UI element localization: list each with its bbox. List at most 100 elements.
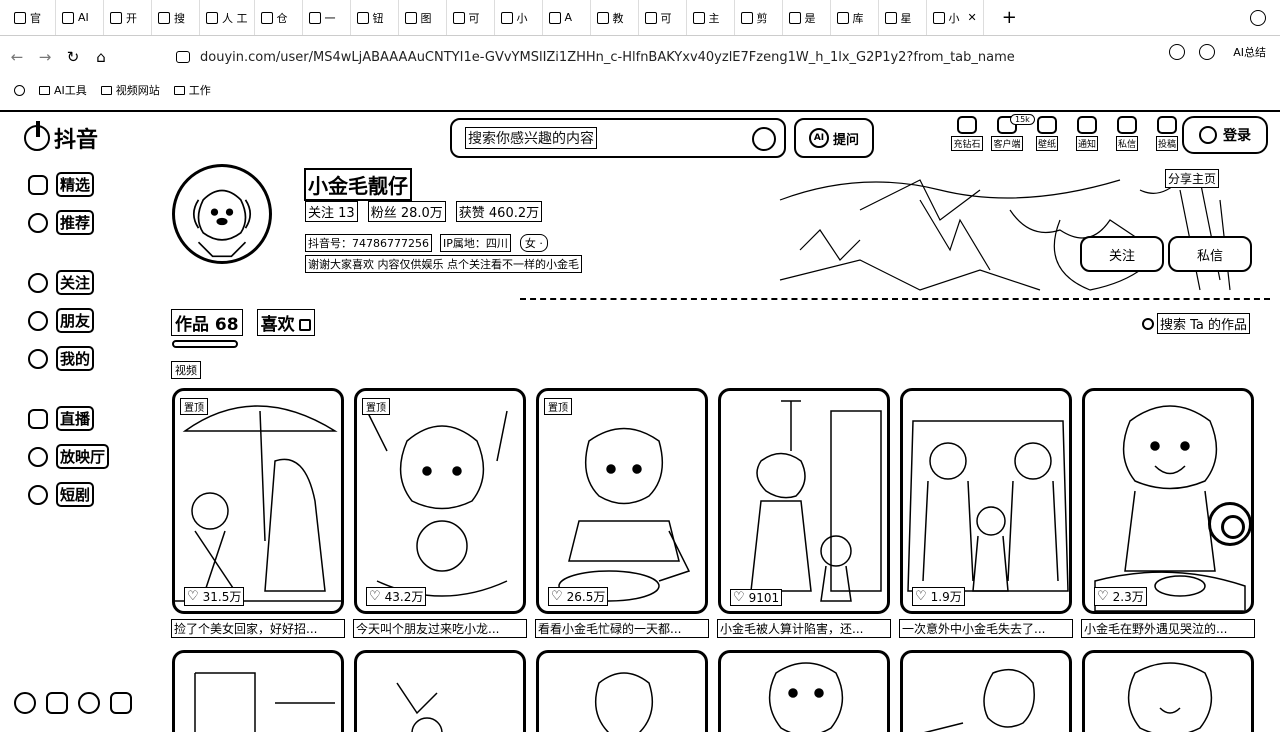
bookmark-folder[interactable]: 视频网站	[100, 82, 160, 98]
video-card[interactable]	[172, 650, 344, 732]
url-field[interactable]: douyin.com/user/MS4wLjABAAAAuCNTYI1e-GVv…	[176, 44, 1016, 70]
video-thumbnail	[366, 410, 508, 597]
settings-icon[interactable]	[14, 692, 36, 714]
video-thumbnail	[750, 400, 882, 602]
site-info-icon[interactable]	[176, 51, 190, 63]
tab-likes[interactable]: 喜欢	[256, 309, 315, 336]
tab-favicon-icon	[356, 11, 369, 24]
tab-favicon-icon	[692, 11, 705, 24]
floating-action-icon[interactable]	[1208, 502, 1252, 546]
extension-icon[interactable]	[1169, 44, 1186, 60]
recharge-button[interactable]: 充钻石	[950, 116, 984, 151]
video-caption[interactable]: 今天叫个朋友过来吃小龙...	[353, 619, 527, 638]
pinned-badge: 置顶	[544, 398, 572, 415]
tab-favicon-icon	[452, 11, 465, 24]
browser-tab[interactable]: 星	[879, 0, 927, 35]
browser-tab[interactable]: 剪	[735, 0, 783, 35]
apps-icon[interactable]	[46, 692, 68, 714]
browser-tab[interactable]: 教	[591, 0, 639, 35]
gender-tag: 女 ·	[519, 234, 548, 252]
fans-count[interactable]: 粉丝 28.0万	[367, 201, 446, 222]
profile-icon[interactable]	[1250, 10, 1266, 26]
reload-icon[interactable]: ↻	[62, 48, 84, 66]
follow-button[interactable]: 关注	[1080, 236, 1164, 272]
search-works-button[interactable]: 搜索 Ta 的作品	[1142, 313, 1251, 334]
video-caption[interactable]: 看看小金毛忙碌的一天都...	[535, 619, 709, 638]
sidebar-item-cinema[interactable]: 放映厅	[28, 444, 110, 469]
close-tab-icon[interactable]: ✕	[968, 11, 977, 24]
video-caption[interactable]: 小金毛在野外遇见哭泣的...	[1081, 619, 1255, 638]
browser-tab[interactable]: A	[543, 0, 591, 35]
pinned-badge: 置顶	[362, 398, 390, 415]
upload-button[interactable]: 投稿	[1150, 116, 1184, 151]
video-caption[interactable]: 捡了个美女回家，好好招...	[171, 619, 345, 638]
wallpaper-button[interactable]: 壁纸	[1030, 116, 1064, 151]
video-thumbnail	[923, 668, 1035, 732]
likes-count: 获赞 460.2万	[455, 201, 543, 222]
video-card[interactable]	[1082, 650, 1254, 732]
sidebar-item-live[interactable]: 直播	[28, 406, 95, 431]
video-caption[interactable]: 小金毛被人算计陷害，还...	[717, 619, 891, 638]
video-card[interactable]: ♡ 2.3万	[1082, 388, 1254, 614]
search-box[interactable]: 搜索你感兴趣的内容	[450, 118, 786, 158]
following-count[interactable]: 关注 13	[305, 201, 358, 222]
browser-tab[interactable]: 是	[783, 0, 831, 35]
search-icon[interactable]	[752, 127, 776, 151]
sidebar-item-featured[interactable]: 精选	[28, 172, 95, 197]
help-icon[interactable]	[78, 692, 100, 714]
bookmark-apps-icon[interactable]	[14, 84, 25, 96]
feedback-icon[interactable]	[110, 692, 132, 714]
browser-tab[interactable]: 主	[687, 0, 735, 35]
video-card[interactable]	[354, 650, 526, 732]
browser-tab[interactable]: 图	[399, 0, 447, 35]
sidebar-item-recommend[interactable]: 推荐	[28, 210, 95, 235]
browser-tab[interactable]: 钮	[351, 0, 399, 35]
video-card[interactable]	[718, 650, 890, 732]
friends-icon	[28, 310, 48, 331]
browser-tab-active[interactable]: 小 ✕	[926, 0, 984, 35]
browser-tab[interactable]: 开	[104, 0, 152, 35]
search-input[interactable]: 搜索你感兴趣的内容	[465, 127, 597, 149]
browser-tab[interactable]: 仓	[255, 0, 303, 35]
video-card[interactable]: 置顶 ♡ 26.5万	[536, 388, 708, 614]
ai-ask-button[interactable]: AI 提问	[794, 118, 874, 158]
back-icon[interactable]: ←	[6, 48, 28, 66]
video-card[interactable]: 置顶 ♡ 31.5万	[172, 388, 344, 614]
filter-video[interactable]: 视频	[171, 361, 201, 379]
profile-name: 小金毛靓仔	[304, 168, 412, 201]
bookmark-folder[interactable]: 工作	[173, 82, 211, 98]
browser-tab[interactable]: 可	[447, 0, 495, 35]
download-icon[interactable]	[1199, 44, 1216, 60]
browser-tab[interactable]: 库	[831, 0, 879, 35]
messages-button[interactable]: 私信	[1110, 116, 1144, 151]
new-tab-icon[interactable]: +	[1002, 7, 1017, 28]
browser-tab[interactable]: 人 工	[200, 0, 255, 35]
sidebar-item-friends[interactable]: 朋友	[28, 308, 95, 333]
video-card[interactable]	[900, 650, 1072, 732]
ai-summary-button[interactable]: AI总结	[1233, 44, 1266, 60]
login-button[interactable]: 登录	[1182, 116, 1268, 154]
sidebar-item-me[interactable]: 我的	[28, 346, 95, 371]
sidebar-item-short-drama[interactable]: 短剧	[28, 482, 95, 507]
browser-tab[interactable]: AI	[56, 0, 104, 35]
video-card[interactable]	[536, 650, 708, 732]
sidebar-footer	[14, 692, 132, 714]
share-profile-link[interactable]: 分享主页	[1164, 169, 1220, 188]
video-card[interactable]: ♡ 1.9万	[900, 388, 1072, 614]
sidebar-item-following[interactable]: 关注	[28, 270, 95, 295]
douyin-logo[interactable]: 抖音	[24, 121, 98, 154]
bookmark-folder[interactable]: AI工具	[39, 82, 87, 98]
video-card[interactable]: ♡ 9101	[718, 388, 890, 614]
notifications-button[interactable]: 通知	[1070, 116, 1104, 151]
browser-tab[interactable]: 官	[8, 0, 56, 35]
browser-tab[interactable]: 可	[639, 0, 687, 35]
home-icon[interactable]: ⌂	[90, 48, 112, 66]
message-button[interactable]: 私信	[1168, 236, 1252, 272]
video-caption[interactable]: 一次意外中小金毛失去了...	[899, 619, 1073, 638]
browser-tab[interactable]: 一	[303, 0, 351, 35]
browser-tab[interactable]: 小	[495, 0, 543, 35]
tab-works[interactable]: 作品 68	[171, 309, 243, 336]
forward-icon[interactable]: →	[34, 48, 56, 66]
video-card[interactable]: 置顶 ♡ 43.2万	[354, 388, 526, 614]
browser-tab[interactable]: 搜	[152, 0, 200, 35]
